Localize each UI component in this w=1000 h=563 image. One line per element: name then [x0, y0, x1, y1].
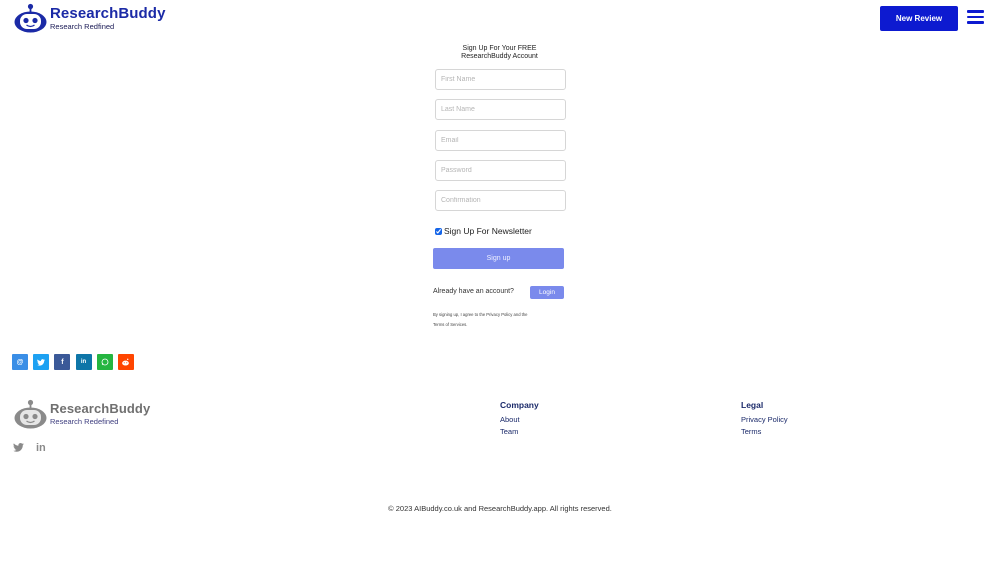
already-have-account-text: Already have an account? [433, 288, 514, 295]
newsletter-label[interactable]: Sign Up For Newsletter [444, 226, 532, 236]
footer-link-privacy-policy[interactable]: Privacy Policy [741, 414, 788, 426]
new-review-button[interactable]: New Review [880, 6, 958, 31]
at-icon: @ [16, 358, 24, 366]
footer-link-about[interactable]: About [500, 414, 539, 426]
brand-subtitle: Research Redfined [50, 21, 115, 31]
facebook-icon: f [61, 358, 64, 366]
whatsapp-icon [101, 358, 109, 366]
share-linkedin-button[interactable]: in [75, 354, 92, 370]
footer-link-team[interactable]: Team [500, 426, 539, 438]
terms-note: By signing up, I agree to the Privacy Po… [433, 312, 528, 327]
footer-company-column: Company About Team [500, 400, 539, 438]
twitter-icon[interactable] [13, 439, 24, 457]
newsletter-option[interactable]: Sign Up For Newsletter [435, 226, 532, 236]
first-name-input[interactable] [435, 69, 566, 90]
footer-legal-column: Legal Privacy Policy Terms [741, 400, 788, 438]
share-email-button[interactable]: @ [12, 354, 28, 370]
newsletter-checkbox[interactable] [435, 227, 442, 235]
footer-brand-subtitle: Research Redefined [50, 417, 119, 427]
last-name-input[interactable] [435, 99, 566, 120]
robot-logo-icon [14, 399, 47, 429]
footer-link-terms[interactable]: Terms [741, 426, 788, 438]
footer-company-heading: Company [500, 400, 539, 410]
share-twitter-button[interactable] [33, 354, 50, 370]
footer-social-links: in [13, 439, 58, 457]
linkedin-icon: in [80, 359, 87, 365]
brand-logo[interactable]: ResearchBuddy Research Redfined [14, 3, 166, 33]
footer-brand-title: ResearchBuddy [50, 401, 151, 417]
form-title: Sign Up For Your FREE ResearchBuddy Acco… [461, 45, 538, 60]
share-whatsapp-button[interactable] [96, 354, 113, 370]
linkedin-icon[interactable]: in [36, 442, 46, 454]
sign-up-button[interactable]: Sign up [433, 248, 564, 269]
share-reddit-button[interactable] [117, 354, 134, 370]
reddit-icon [122, 358, 130, 366]
hamburger-menu-icon[interactable] [967, 10, 984, 24]
footer-legal-heading: Legal [741, 400, 764, 410]
twitter-icon [37, 358, 46, 366]
share-bar: @ f in [12, 354, 139, 370]
login-button[interactable]: Login [530, 286, 564, 299]
robot-logo-icon [14, 3, 47, 33]
email-input[interactable] [435, 130, 566, 151]
copyright-text: © 2023 AIBuddy.co.uk and ResearchBuddy.a… [388, 504, 612, 513]
brand-title: ResearchBuddy [50, 4, 166, 22]
password-input[interactable] [435, 160, 566, 181]
confirmation-input[interactable] [435, 190, 566, 211]
share-facebook-button[interactable]: f [54, 354, 71, 370]
footer-brand[interactable]: ResearchBuddy Research Redefined [14, 399, 150, 429]
